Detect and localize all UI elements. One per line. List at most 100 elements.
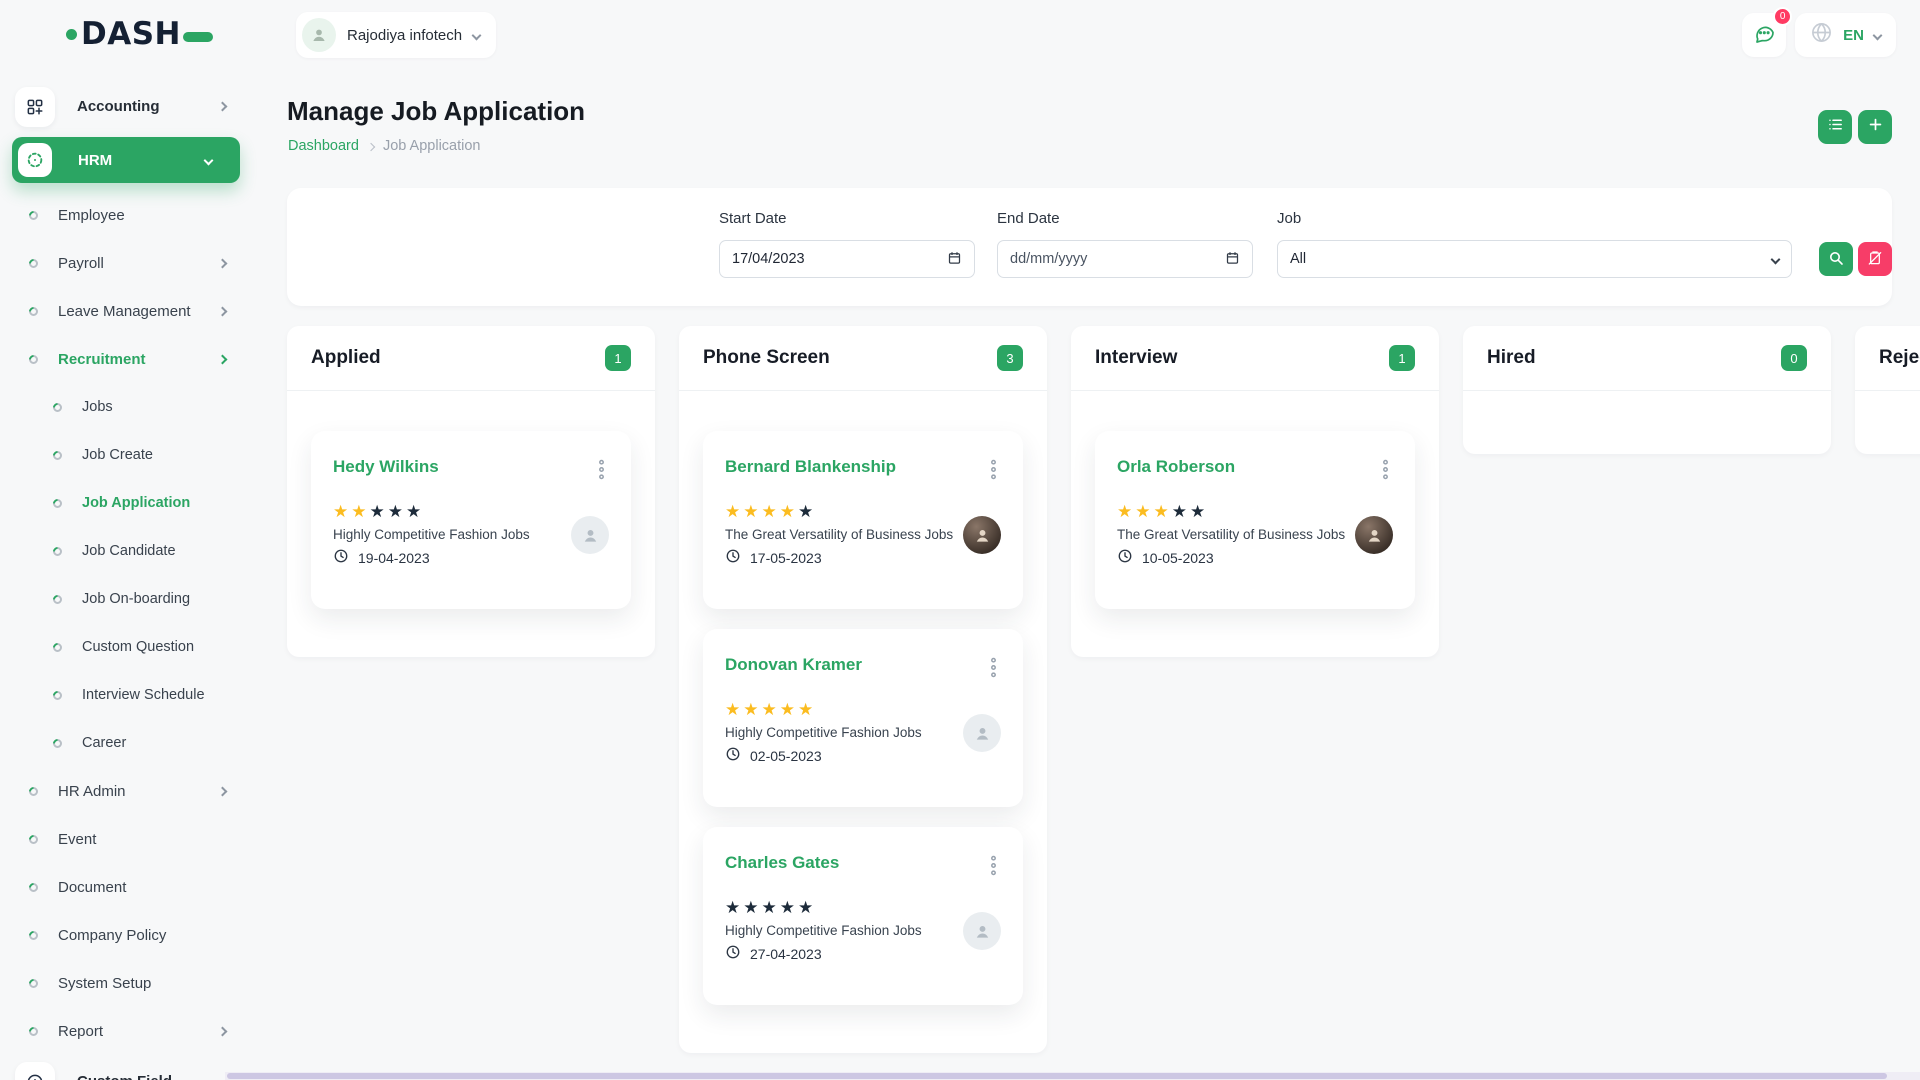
kanban-column-body[interactable] [1463,390,1831,454]
kanban-column-interview: Interview1Orla Roberson★★★★★The Great Ve… [1071,326,1439,657]
sidebar-item-custom-question[interactable]: Custom Question [0,623,270,671]
sidebar-item-event[interactable]: Event [0,815,270,863]
kanban-column-title: Applied [311,347,381,369]
reset-filter-button[interactable] [1858,242,1892,276]
card-header-row: Bernard Blankenship [725,457,1001,487]
sidebar-item-label: Custom Question [82,639,194,655]
card-menu-button[interactable] [986,655,1001,685]
sidebar-item-leave-management[interactable]: Leave Management [0,287,270,335]
application-card[interactable]: Donovan Kramer★★★★★Highly Competitive Fa… [703,629,1023,807]
card-menu-button[interactable] [594,457,609,487]
card-menu-button[interactable] [986,853,1001,883]
rating-stars: ★★★★★ [333,503,530,520]
sidebar-item-system-setup[interactable]: System Setup [0,959,270,1007]
bullet-icon [27,353,40,366]
start-date-input[interactable]: 17/04/2023 [719,240,975,278]
application-card[interactable]: Hedy Wilkins★★★★★Highly Competitive Fash… [311,431,631,609]
application-card[interactable]: Orla Roberson★★★★★The Great Versatility … [1095,431,1415,609]
bullet-icon [27,1025,40,1038]
breadcrumb-dashboard-link[interactable]: Dashboard [288,138,359,154]
candidate-name-link[interactable]: Donovan Kramer [725,655,862,675]
candidate-name-link[interactable]: Bernard Blankenship [725,457,896,477]
chevron-right-icon [218,306,228,316]
sidebar-item-hrm[interactable]: HRM [12,137,240,183]
kanban-column-body[interactable]: Orla Roberson★★★★★The Great Versatility … [1071,390,1439,657]
chevron-right-icon [367,142,375,150]
bullet-icon [51,497,64,510]
application-card[interactable]: Bernard Blankenship★★★★★The Great Versat… [703,431,1023,609]
sidebar-item-recruitment[interactable]: Recruitment [0,335,270,383]
kanban-column-body[interactable]: Hedy Wilkins★★★★★Highly Competitive Fash… [287,390,655,657]
star-empty-icon: ★ [798,502,816,521]
kanban-column-body[interactable] [1855,390,1920,454]
app-logo[interactable]: DASH [66,16,213,52]
sidebar-item-label: Job On-boarding [82,591,190,607]
job-label: Job [1277,210,1301,227]
messages-button[interactable]: 0 [1742,13,1786,57]
chevron-down-icon [1873,30,1883,40]
sidebar-item-company-policy[interactable]: Company Policy [0,911,270,959]
application-card[interactable]: Charles Gates ★★★★★Highly Competitive Fas… [703,827,1023,1005]
sidebar-item-label: Recruitment [58,351,146,368]
card-details: ★★★★★The Great Versatility of Business J… [1117,503,1345,567]
end-date-input[interactable]: dd/mm/yyyy [997,240,1253,278]
sidebar-item-label: Report [58,1023,103,1040]
star-empty-icon: ★ [1190,502,1208,521]
star-empty-icon: ★ [388,502,406,521]
add-application-button[interactable] [1858,110,1892,144]
sidebar-item-interview-schedule[interactable]: Interview Schedule [0,671,270,719]
search-button[interactable] [1819,242,1853,276]
sidebar-item-label: Interview Schedule [82,687,205,703]
applied-date: 10-05-2023 [1117,548,1345,567]
kanban-column-hired: Hired0 [1463,326,1831,454]
language-code: EN [1843,27,1864,44]
sidebar-item-job-application[interactable]: Job Application [0,479,270,527]
sidebar-item-job-candidate[interactable]: Job Candidate [0,527,270,575]
hrm-icon [18,143,52,177]
star-filled-icon: ★ [725,502,743,521]
start-date-label: Start Date [719,210,787,227]
clock-icon [725,746,741,765]
breadcrumb: Dashboard Job Application [288,138,480,154]
sidebar-item-employee[interactable]: Employee [0,191,270,239]
logo-dash-icon [183,32,213,42]
person-icon [302,18,336,52]
candidate-name-link[interactable]: Charles Gates [725,853,839,873]
card-menu-button[interactable] [986,457,1001,487]
company-switcher[interactable]: Rajodiya infotech [296,12,496,58]
star-filled-icon: ★ [762,700,780,719]
applied-date-value: 02-05-2023 [750,748,822,764]
job-title: The Great Versatility of Business Jobs [1117,527,1345,542]
rating-stars: ★★★★★ [1117,503,1345,520]
list-view-button[interactable] [1818,110,1852,144]
candidate-name-link[interactable]: Hedy Wilkins [333,457,439,477]
card-header-row: Hedy Wilkins [333,457,609,487]
candidate-name-link[interactable]: Orla Roberson [1117,457,1235,477]
language-switcher[interactable]: EN [1795,13,1896,57]
applied-date: 19-04-2023 [333,548,530,567]
sidebar-item-label: Payroll [58,255,104,272]
card-menu-button[interactable] [1378,457,1393,487]
chevron-down-icon [1771,254,1781,264]
sidebar-item-jobs[interactable]: Jobs [0,383,270,431]
sidebar-item-payroll[interactable]: Payroll [0,239,270,287]
horizontal-scrollbar-thumb[interactable] [227,1073,1887,1079]
star-filled-icon: ★ [743,700,761,719]
chat-icon [1752,21,1776,50]
sidebar-item-document[interactable]: Document [0,863,270,911]
messages-count-badge: 0 [1773,7,1792,26]
kanban-column-body[interactable]: Bernard Blankenship★★★★★The Great Versat… [679,390,1047,1053]
sidebar-item-job-create[interactable]: Job Create [0,431,270,479]
job-select-value: All [1290,251,1306,267]
candidate-avatar [963,516,1001,554]
sidebar-item-job-on-boarding[interactable]: Job On-boarding [0,575,270,623]
sidebar-item-hr-admin[interactable]: HR Admin [0,767,270,815]
sidebar-item-report[interactable]: Report [0,1007,270,1055]
card-body-row: ★★★★★Highly Competitive Fashion Jobs27-0… [725,899,1001,963]
sidebar-item-career[interactable]: Career [0,719,270,767]
end-date-label: End Date [997,210,1060,227]
sidebar-item-accounting[interactable]: Accounting [0,80,270,133]
bullet-icon [27,833,40,846]
star-filled-icon: ★ [1135,502,1153,521]
job-select[interactable]: All [1277,240,1792,278]
